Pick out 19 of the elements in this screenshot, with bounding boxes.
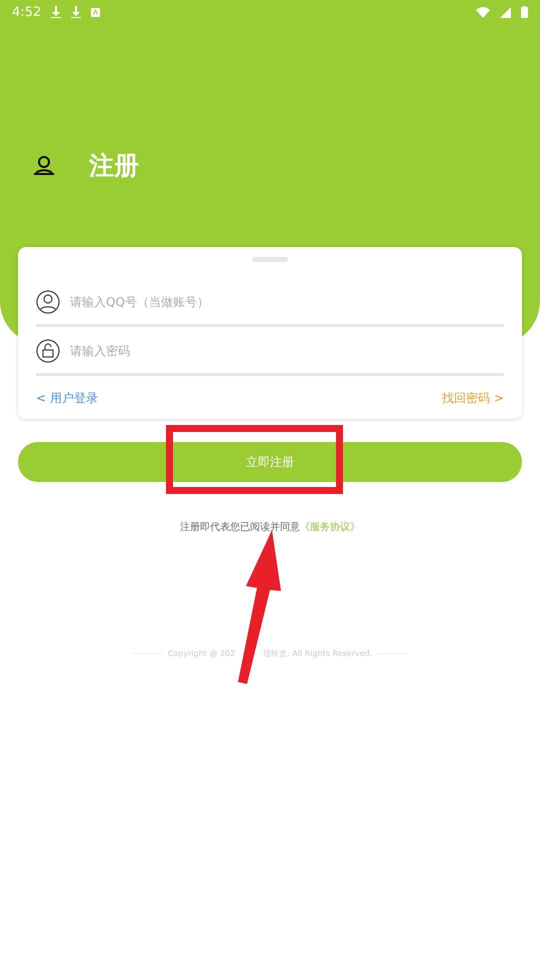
battery-icon — [521, 6, 528, 18]
account-field[interactable]: 请输入QQ号（当做账号） — [68, 294, 504, 310]
recover-password-link[interactable]: 找回密码 > — [442, 390, 504, 407]
password-field[interactable]: 请输入密码 — [68, 343, 504, 359]
service-agreement-link[interactable]: 《服务协议》 — [300, 522, 360, 533]
wifi-icon — [476, 6, 490, 18]
download-icon — [51, 6, 62, 18]
notification-icon — [91, 8, 100, 16]
page-title: 注册 — [89, 150, 139, 182]
person-icon — [33, 156, 55, 176]
signal-icon — [500, 6, 511, 18]
lock-icon — [36, 339, 60, 363]
status-time: 4:52 — [12, 4, 42, 20]
user-icon — [36, 290, 60, 314]
register-button[interactable]: 立即注册 — [18, 442, 522, 482]
download-icon — [71, 6, 82, 18]
agreement-text: 注册即代表您已阅读并同意《服务协议》 — [179, 520, 361, 534]
drag-handle[interactable] — [252, 257, 288, 262]
login-link[interactable]: < 用户登录 — [36, 390, 98, 407]
